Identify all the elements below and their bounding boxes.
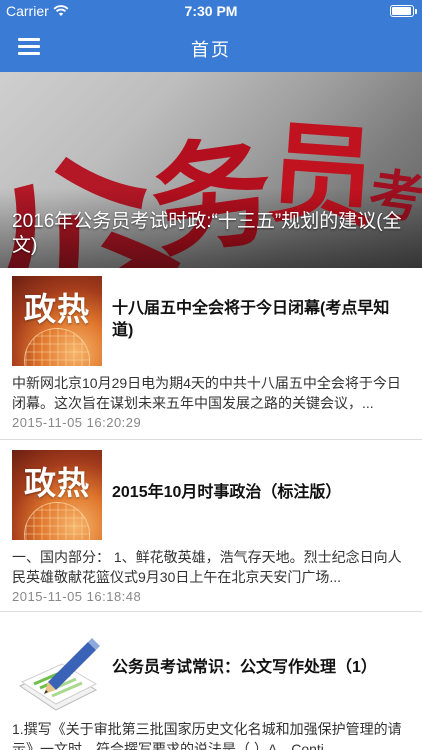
article-item[interactable]: 政热 2015年10月时事政治（标注版） 一、国内部分： 1、鲜花敬英雄，浩气存…	[0, 440, 422, 612]
thumbnail-label: 政热	[23, 290, 90, 328]
article-summary: 1.撰写《关于审批第三批国家历史文化名城和加强保护管理的请示》一文时，符合撰写要…	[12, 721, 402, 750]
hero-banner[interactable]: 公 务 员 考 2016年公务员考试时政:“十三五”规划的建议(全文)	[0, 72, 422, 268]
globe-icon	[24, 328, 90, 366]
navigation-bar: 首页	[0, 22, 422, 72]
status-time: 7:30 PM	[184, 3, 238, 19]
article-date: 2015-11-05 16:18:48	[12, 589, 142, 604]
article-thumbnail: 政热	[12, 450, 102, 540]
document-pen-icon	[18, 638, 100, 711]
article-item[interactable]: 公务员考试常识：公文写作处理（1） 1.撰写《关于审批第三批国家历史文化名城和加…	[0, 612, 422, 750]
article-summary: 中新网北京10月29日电为期4天的中共十八届五中全会将于今日闭幕。这次旨在谋划未…	[12, 375, 401, 411]
article-thumbnail	[12, 624, 102, 714]
article-thumbnail: 政热	[12, 276, 102, 366]
article-title: 公务员考试常识：公文写作处理（1）	[112, 659, 377, 676]
globe-icon	[24, 502, 90, 540]
thumbnail-label: 政热	[23, 464, 90, 502]
page-title: 首页	[191, 40, 231, 60]
hero-caption: 2016年公务员考试时政:“十三五”规划的建议(全文)	[12, 211, 402, 256]
article-summary: 一、国内部分： 1、鲜花敬英雄，浩气存天地。烈士纪念日向人民英雄敬献花篮仪式9月…	[12, 549, 402, 585]
article-title: 十八届五中全会将于今日闭幕(考点早知道)	[112, 300, 390, 339]
status-bar: Carrier 7:30 PM	[0, 0, 422, 22]
article-title: 2015年10月时事政治（标注版）	[112, 484, 342, 501]
article-date: 2015-11-05 16:20:29	[12, 415, 142, 430]
battery-icon	[390, 5, 417, 17]
article-item[interactable]: 政热 十八届五中全会将于今日闭幕(考点早知道) 中新网北京10月29日电为期4天…	[0, 268, 422, 440]
